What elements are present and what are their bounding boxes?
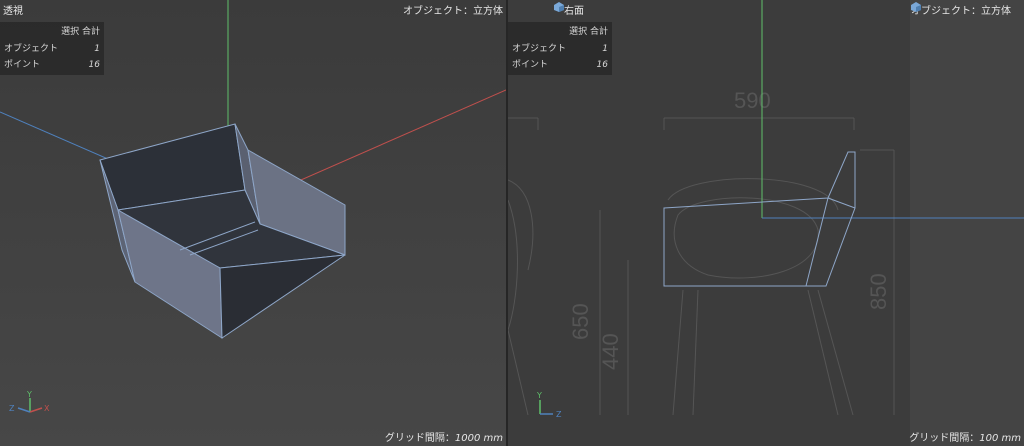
stats-value: 1 <box>94 44 100 54</box>
grid-spacing-value: 1000 mm <box>454 433 503 444</box>
viewport-title-text: 右面 <box>564 6 584 17</box>
object-info: オブジェクト：立方体 <box>403 2 503 17</box>
stats-header: 選択 合計 <box>61 27 100 37</box>
stats-value: 16 <box>596 60 608 70</box>
mesh-edge <box>827 197 856 209</box>
stats-row: ポイント 16 <box>512 57 608 73</box>
stats-row: ポイント 16 <box>4 57 100 73</box>
grid-spacing-value: 100 mm <box>979 433 1021 444</box>
reference-dim-850: 850 <box>866 273 891 310</box>
gizmo-z-label: Z <box>556 410 562 419</box>
viewport-title[interactable]: 透視 <box>3 2 23 17</box>
cube-icon <box>911 2 1021 15</box>
stats-label: オブジェクト <box>4 44 59 54</box>
grid-spacing-label: グリッド間隔：100 mm <box>909 429 1021 444</box>
reference-image <box>508 117 895 416</box>
stats-row: オブジェクト 1 <box>4 41 100 57</box>
perspective-viewport[interactable]: Y X Z 透視 オブジェクト：立方体 選択 合計 オブジェクト 1 ポイント … <box>0 0 506 446</box>
stats-label: ポイント <box>512 60 549 70</box>
grid-spacing-label: グリッド間隔：1000 mm <box>385 429 503 444</box>
mesh-profile <box>663 151 856 287</box>
stats-value: 1 <box>602 44 608 54</box>
object-info-text: オブジェクト：立方体 <box>403 6 503 17</box>
gizmo-y-label: Y <box>26 390 32 399</box>
gizmo-y-label: Y <box>536 391 542 400</box>
stats-value: 16 <box>88 60 100 70</box>
selection-stats-panel: 選択 合計 オブジェクト 1 ポイント 16 <box>0 22 104 75</box>
gizmo-x <box>29 407 43 413</box>
gizmo-z <box>17 407 31 413</box>
stats-header: 選択 合計 <box>569 27 608 37</box>
stats-label: オブジェクト <box>512 44 567 54</box>
grid-spacing-text: グリッド間隔： <box>384 433 455 444</box>
mesh-edge <box>805 197 829 287</box>
reference-dim-590: 590 <box>734 88 771 113</box>
reference-dim-650: 650 <box>568 303 593 340</box>
right-viewport-title[interactable]: 右面 <box>554 2 584 17</box>
stats-row: オブジェクト 1 <box>512 41 608 57</box>
selection-stats-panel: 選択 合計 オブジェクト 1 ポイント 16 <box>508 22 612 75</box>
mesh-front-bottom-face <box>219 254 346 339</box>
object-info: オブジェクト：立方体 <box>911 2 1021 17</box>
stats-label: ポイント <box>4 60 41 70</box>
gizmo-x-label: X <box>44 404 50 413</box>
gizmo-z-label: Z <box>9 404 15 413</box>
grid-spacing-text: グリッド間隔： <box>909 433 980 444</box>
cube-icon <box>554 2 564 15</box>
object-info-text: オブジェクト：立方体 <box>911 6 1011 17</box>
right-viewport[interactable]: 590 650 440 850 Y Z 右面 オブジェクト：立方体 選択 合計 … <box>508 0 1024 446</box>
reference-dim-440: 440 <box>598 333 623 370</box>
